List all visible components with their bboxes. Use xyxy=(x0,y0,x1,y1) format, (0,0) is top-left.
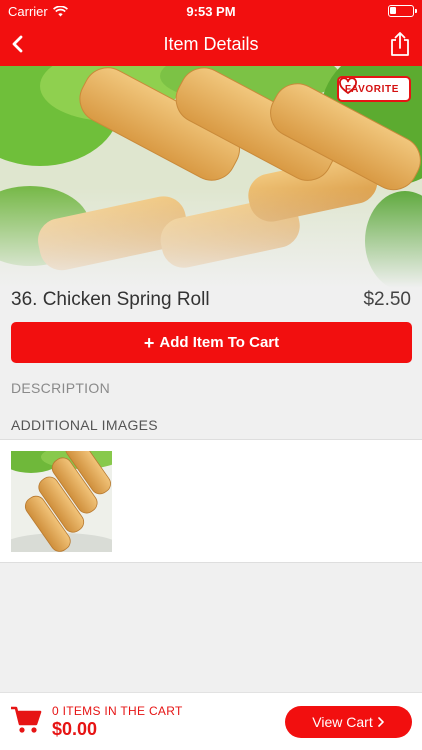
add-to-cart-label: Add Item To Cart xyxy=(159,334,280,351)
battery-icon xyxy=(388,5,417,17)
favorite-button[interactable]: FAVORITE xyxy=(336,76,411,102)
shopping-cart-icon xyxy=(11,706,42,733)
additional-images-heading: ADDITIONAL IMAGES xyxy=(11,417,158,433)
page-title: Item Details xyxy=(163,34,259,54)
view-cart-button[interactable]: View Cart xyxy=(285,706,412,738)
nav-bar: Item Details xyxy=(0,22,422,66)
heart-icon xyxy=(339,78,357,94)
cart-total: $0.00 xyxy=(52,719,98,739)
view-cart-label: View Cart xyxy=(312,714,373,730)
spring-roll-thumbnail-photo xyxy=(11,451,112,552)
header: Carrier 9:53 PM Item Details xyxy=(0,0,422,66)
status-time: 9:53 PM xyxy=(186,4,236,19)
cart-item-count: 0 ITEMS IN THE CART xyxy=(52,704,183,718)
item-hero-image: FAVORITE xyxy=(0,66,422,288)
item-price: $2.50 xyxy=(363,289,411,310)
status-bar: Carrier 9:53 PM xyxy=(0,0,422,22)
additional-image-thumbnail[interactable] xyxy=(11,451,112,552)
share-icon[interactable] xyxy=(388,30,412,58)
plus-icon: + xyxy=(143,332,155,353)
additional-images-panel xyxy=(0,439,422,563)
chevron-right-icon xyxy=(377,717,384,727)
add-to-cart-button[interactable]: + Add Item To Cart xyxy=(11,322,412,363)
cart-summary-bar: 0 ITEMS IN THE CART $0.00 View Cart xyxy=(0,692,422,750)
description-heading: DESCRIPTION xyxy=(11,380,110,396)
item-name: 36. Chicken Spring Roll xyxy=(11,289,210,310)
item-details-screen: Carrier 9:53 PM Item Details FAVORITE 36… xyxy=(0,0,422,750)
item-info-row: 36. Chicken Spring Roll $2.50 xyxy=(0,282,422,318)
